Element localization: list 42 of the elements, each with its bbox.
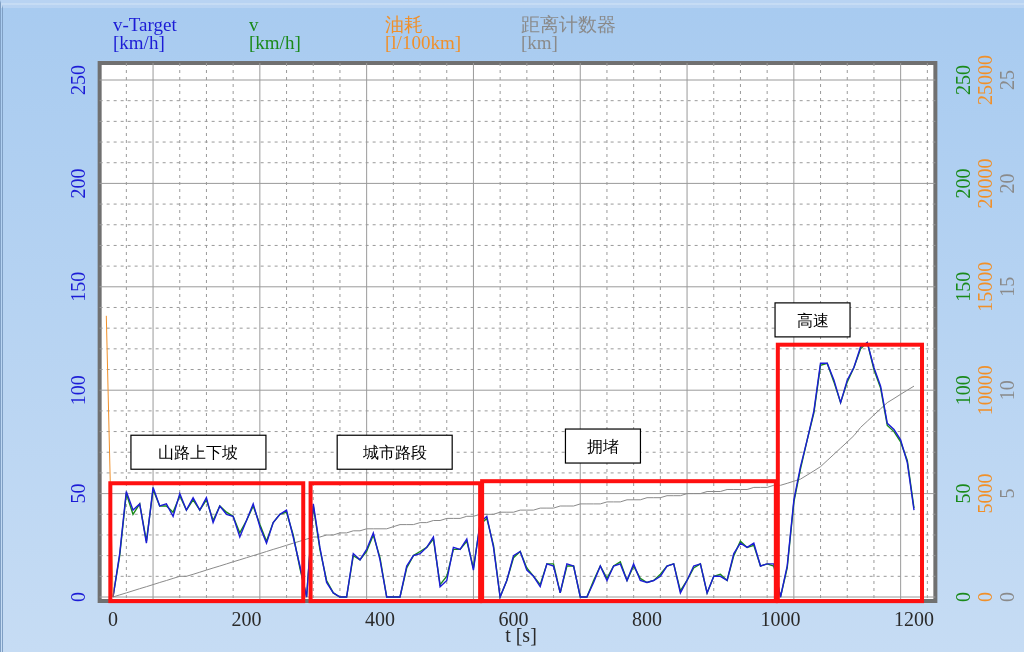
legend-label: 距离计数器 — [521, 16, 616, 34]
segment-label: 山路上下坡 — [158, 443, 239, 463]
segment-label: 城市路段 — [362, 443, 427, 463]
legend-label: v-Target — [113, 16, 177, 34]
axis-tick-label: 25000 — [974, 55, 996, 105]
axis-tick-label: 0 — [952, 592, 974, 602]
axis-tick-label: 800 — [632, 608, 662, 630]
axis-tick-label: 10000 — [974, 365, 996, 416]
axis-tick-label: 200 — [952, 168, 974, 199]
axis-tick-label: 0 — [996, 592, 1018, 602]
legend-label: v — [249, 16, 259, 34]
axis-tick-label: 20000 — [974, 158, 996, 209]
axis-tick-label: 50 — [952, 483, 974, 504]
axis-tick-label: 50 — [67, 483, 89, 504]
axis-tick-label: 20 — [996, 173, 1018, 194]
axis-tick-label: 10 — [996, 380, 1018, 401]
axis-tick-label: 5 — [996, 488, 1018, 499]
axis-tick-label: 5000 — [974, 473, 996, 514]
segment-label: 拥堵 — [586, 437, 619, 457]
axis-tick-label: 0 — [67, 592, 89, 602]
axis-tick-label: 1200 — [894, 608, 934, 630]
axis-tick-label: 0 — [974, 592, 996, 602]
axis-tick-label: 100 — [67, 375, 89, 406]
axis-tick-label: 250 — [952, 65, 974, 95]
axis-tick-label: 15000 — [974, 261, 996, 312]
axis-tick-label: 400 — [365, 608, 395, 630]
legend-unit: [km/h] — [249, 34, 301, 52]
axis-tick-label: 200 — [231, 608, 262, 630]
axis-tick-label: 1000 — [760, 608, 801, 630]
legend-label: 油耗 — [385, 16, 423, 34]
axis-tick-label: 0 — [108, 608, 118, 630]
axis-tick-label: 15 — [996, 276, 1018, 297]
legend-unit: [km] — [521, 34, 558, 52]
legend-unit: [l/100km] — [385, 34, 461, 52]
axis-tick-label: 150 — [67, 271, 89, 302]
axis-tick-label: 100 — [952, 375, 974, 406]
axis-tick-label: 150 — [952, 271, 974, 302]
axis-tick-label: 250 — [67, 65, 89, 95]
segment-label: 高速 — [796, 310, 829, 330]
axis-tick-label: 25 — [996, 70, 1018, 90]
axis-tick-label: 200 — [67, 168, 89, 199]
legend-unit: [km/h] — [113, 34, 165, 52]
